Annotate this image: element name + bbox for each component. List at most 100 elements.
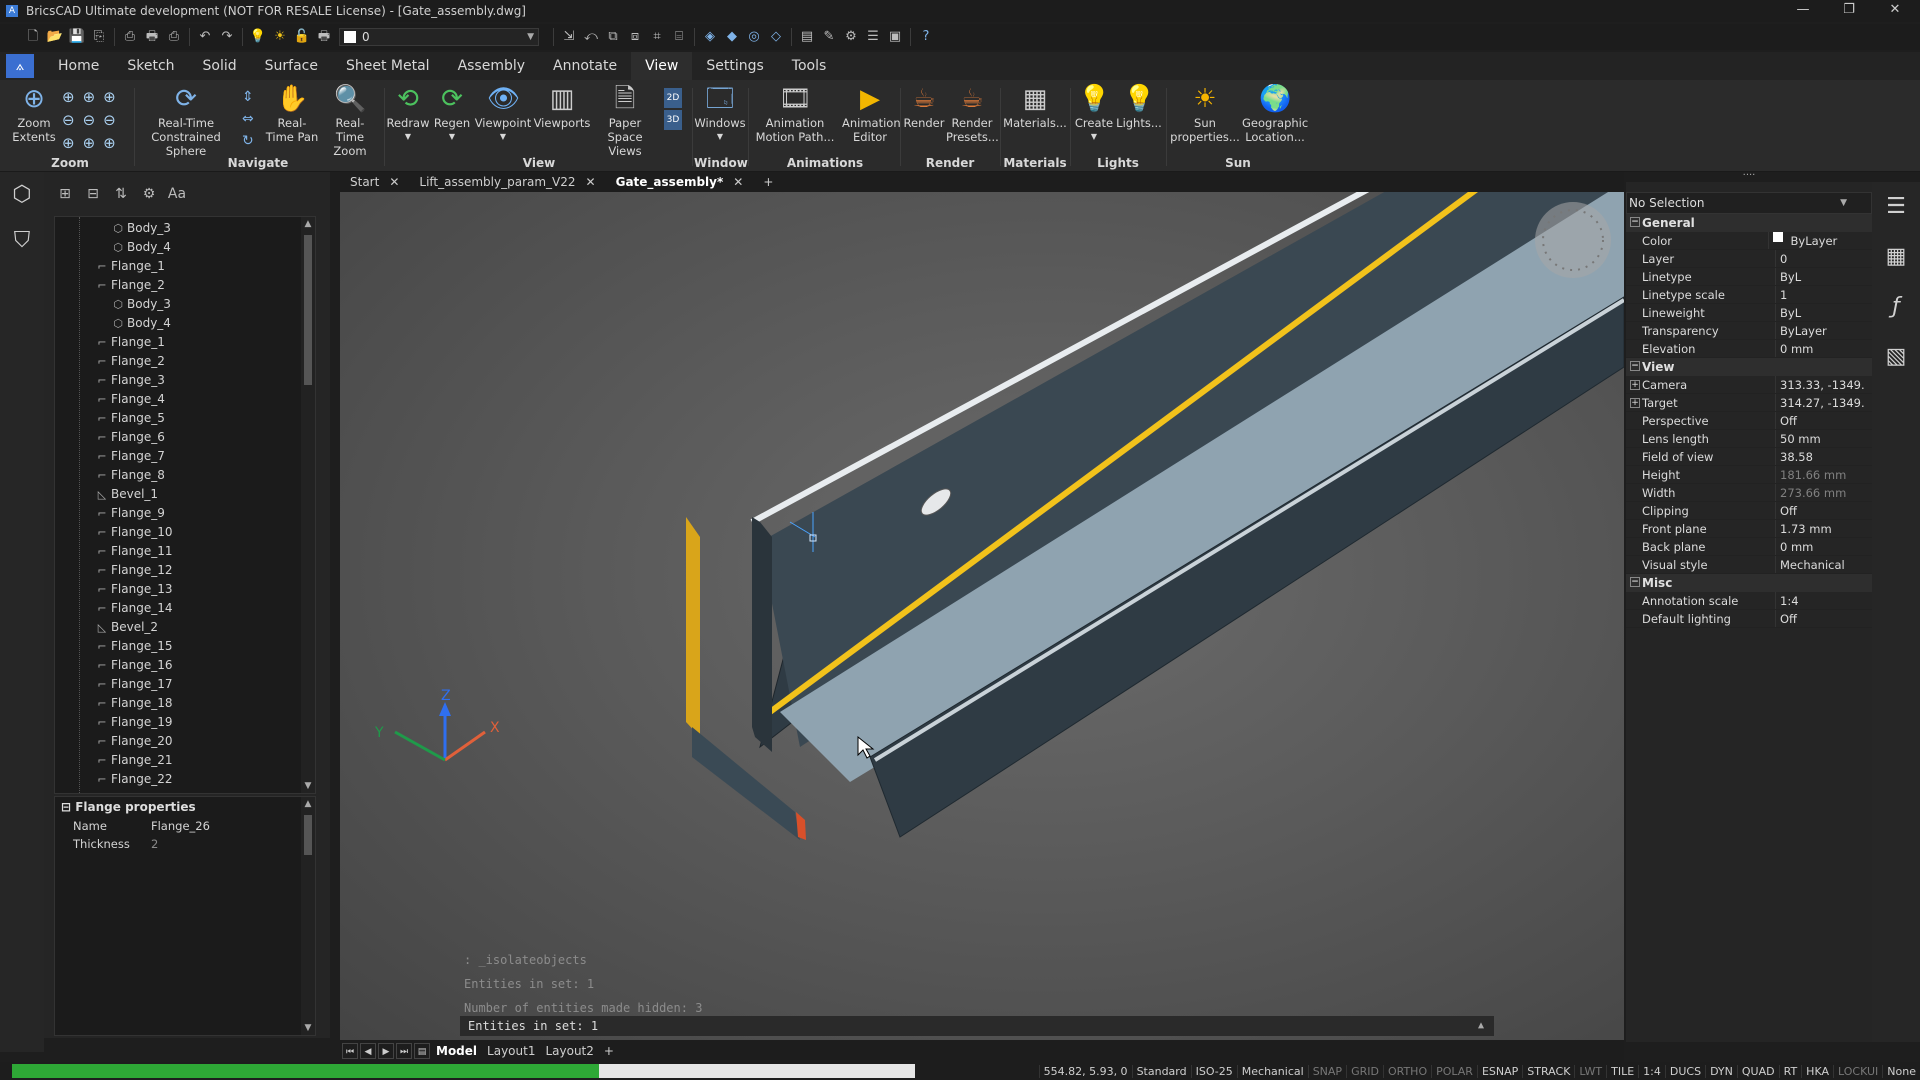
app-menu-button[interactable]: ⟑ xyxy=(6,54,34,78)
tab-solid[interactable]: Solid xyxy=(189,52,251,80)
collapse-tree-icon[interactable]: ⊟ xyxy=(82,184,104,204)
plot-icon[interactable]: ⎙ xyxy=(163,27,185,47)
status-toggle[interactable]: ESNAP xyxy=(1476,1064,1522,1078)
sun-properties-button[interactable]: ☀ Sun properties... xyxy=(1168,84,1242,144)
category-general[interactable]: − General xyxy=(1626,214,1872,232)
properties-toggle-icon[interactable]: ☰ xyxy=(1872,182,1920,232)
animation-editor-button[interactable]: ▶ Animation Editor xyxy=(842,84,901,144)
tree-item[interactable]: ⌐ Flange_3 xyxy=(55,371,315,390)
realtime-pan-button[interactable]: ✋ Real-Time Pan xyxy=(264,84,320,144)
layout-list-icon[interactable]: ▤ xyxy=(414,1043,430,1059)
status-toggle[interactable]: POLAR xyxy=(1431,1064,1477,1078)
last-layout-icon[interactable]: ⏭ xyxy=(396,1043,412,1059)
tree-item[interactable]: ⌐ Flange_13 xyxy=(55,580,315,599)
mechanical-browser-icon[interactable]: ⬡ xyxy=(0,172,44,218)
zoom-extents-button[interactable]: ⊕ Zoom Extents xyxy=(8,84,60,144)
close-icon[interactable]: ✕ xyxy=(586,172,596,192)
tree-item[interactable]: ⌐ Flange_6 xyxy=(55,428,315,447)
tree-item[interactable]: ⬡ Body_3 xyxy=(55,219,315,238)
tree-item[interactable]: ⌐ Flange_16 xyxy=(55,656,315,675)
animation-motion-path-button[interactable]: 🎞 Animation Motion Path... xyxy=(750,84,840,144)
status-toggle[interactable]: TILE xyxy=(1606,1064,1638,1078)
status-toggle[interactable]: ISO-25 xyxy=(1190,1064,1237,1078)
status-toggle[interactable]: ORTHO xyxy=(1382,1064,1431,1078)
status-toggle[interactable]: STRACK xyxy=(1522,1064,1574,1078)
regen-button[interactable]: ⟳ Regen ▼ xyxy=(430,84,474,144)
status-toggle[interactable]: Mechanical xyxy=(1236,1064,1308,1078)
status-toggle[interactable]: HKA xyxy=(1801,1064,1833,1078)
property-row[interactable]: + Camera 313.33, -1349. xyxy=(1626,376,1872,394)
filter-icon[interactable]: ⚙ xyxy=(138,184,160,204)
flange-name-row[interactable]: Name Flange_26 xyxy=(55,817,315,835)
status-toggle[interactable]: Standard xyxy=(1131,1064,1191,1078)
tab-sheet-metal[interactable]: Sheet Metal xyxy=(332,52,444,80)
create-light-button[interactable]: 💡 Create ▼ xyxy=(1072,84,1116,144)
tree-item[interactable]: ⬡ Body_3 xyxy=(55,295,315,314)
property-row[interactable]: Transparency ByLayer xyxy=(1626,322,1872,340)
sort-icon[interactable]: ⇅ xyxy=(110,184,132,204)
tree-item[interactable]: ⌐ Flange_22 xyxy=(55,770,315,789)
tab-sketch[interactable]: Sketch xyxy=(113,52,188,80)
flange-thickness-row[interactable]: Thickness 2 xyxy=(55,835,315,853)
tree-item[interactable]: ⌐ Flange_1 xyxy=(55,257,315,276)
status-toggle[interactable]: QUAD xyxy=(1736,1064,1779,1078)
tree-item[interactable]: ⌐ Flange_19 xyxy=(55,713,315,732)
tree-item[interactable]: ⬡ Body_4 xyxy=(55,238,315,257)
property-row[interactable]: Visual style Mechanical xyxy=(1626,556,1872,574)
property-row[interactable]: Elevation 0 mm xyxy=(1626,340,1872,358)
new-file-icon[interactable]: 🗋 xyxy=(22,27,44,47)
3d-button[interactable]: 3D xyxy=(664,110,682,130)
tab-home[interactable]: Home xyxy=(44,52,113,80)
doc-tab-gate-assembly[interactable]: Gate_assembly* ✕ xyxy=(606,172,754,192)
status-toggle[interactable]: DYN xyxy=(1705,1064,1737,1078)
tree-item[interactable]: ⌐ Flange_15 xyxy=(55,637,315,656)
property-row[interactable]: Height 181.66 mm xyxy=(1626,466,1872,484)
save-icon[interactable]: 💾 xyxy=(66,27,88,47)
viewports-button[interactable]: ▥ Viewports xyxy=(532,84,592,130)
layer-freeze-icon[interactable]: ⌗ xyxy=(646,27,668,47)
drawing-viewport[interactable]: Z X Y : _isolateobjects Entities in set:… xyxy=(340,192,1624,1040)
doc-tab-lift-assembly[interactable]: Lift_assembly_param_V22 ✕ xyxy=(409,172,605,192)
close-window-button[interactable]: ✕ xyxy=(1872,0,1918,22)
tab-settings[interactable]: Settings xyxy=(692,52,777,80)
tree-item[interactable]: ◺ Bevel_1 xyxy=(55,485,315,504)
tree-item[interactable]: ⬡ Body_4 xyxy=(55,314,315,333)
property-row[interactable]: Width 273.66 mm xyxy=(1626,484,1872,502)
category-view[interactable]: − View xyxy=(1626,358,1872,376)
property-row[interactable]: Default lighting Off xyxy=(1626,610,1872,628)
category-misc[interactable]: − Misc xyxy=(1626,574,1872,592)
property-row[interactable]: Annotation scale 1:4 xyxy=(1626,592,1872,610)
tree-item[interactable]: ⌐ Flange_1 xyxy=(55,333,315,352)
layer-print-icon[interactable]: 🖶 xyxy=(313,27,335,47)
property-row[interactable]: Lens length 50 mm xyxy=(1626,430,1872,448)
tree-scrollbar[interactable]: ▲ ▼ xyxy=(301,217,315,793)
add-layout-button[interactable]: + xyxy=(600,1044,618,1058)
first-layout-icon[interactable]: ⏮ xyxy=(342,1043,358,1059)
render-button[interactable]: ☕ Render xyxy=(902,84,946,130)
bim-browser-icon[interactable]: ⛉ xyxy=(0,218,44,264)
tree-item[interactable]: ⌐ Flange_5 xyxy=(55,409,315,428)
open-file-icon[interactable]: 📂 xyxy=(44,27,66,47)
tree-item[interactable]: ⌐ Flange_11 xyxy=(55,542,315,561)
lights-button[interactable]: 💡 Lights... xyxy=(1116,84,1162,130)
redo-icon[interactable]: ↷ xyxy=(216,27,238,47)
status-toggle[interactable]: DUCS xyxy=(1664,1064,1705,1078)
tab-layout2[interactable]: Layout2 xyxy=(541,1044,597,1058)
edit-icon[interactable]: ✎ xyxy=(818,27,840,47)
layer-off-icon[interactable]: ⌸ xyxy=(668,27,690,47)
tree-item[interactable]: ⌐ Flange_12 xyxy=(55,561,315,580)
geographic-location-button[interactable]: 🌍 Geographic Location... xyxy=(1242,84,1308,144)
tree-item[interactable]: ⌐ Flange_4 xyxy=(55,390,315,409)
properties-icon[interactable]: ☰ xyxy=(862,27,884,47)
function-icon[interactable]: ƒ xyxy=(1872,282,1920,332)
status-toggle[interactable]: 1:4 xyxy=(1638,1064,1665,1078)
property-row[interactable]: Back plane 0 mm xyxy=(1626,538,1872,556)
property-row[interactable]: Lineweight ByL xyxy=(1626,304,1872,322)
close-icon[interactable]: ✕ xyxy=(733,172,743,192)
match-layer-icon[interactable]: ⇲ xyxy=(558,27,580,47)
view-shaded-icon[interactable]: ◆ xyxy=(721,27,743,47)
view-cube-icon[interactable]: ◈ xyxy=(699,27,721,47)
2d-button[interactable]: 2D xyxy=(664,88,682,108)
props-scrollbar[interactable]: ▲ ▼ xyxy=(301,797,315,1035)
property-row[interactable]: Front plane 1.73 mm xyxy=(1626,520,1872,538)
